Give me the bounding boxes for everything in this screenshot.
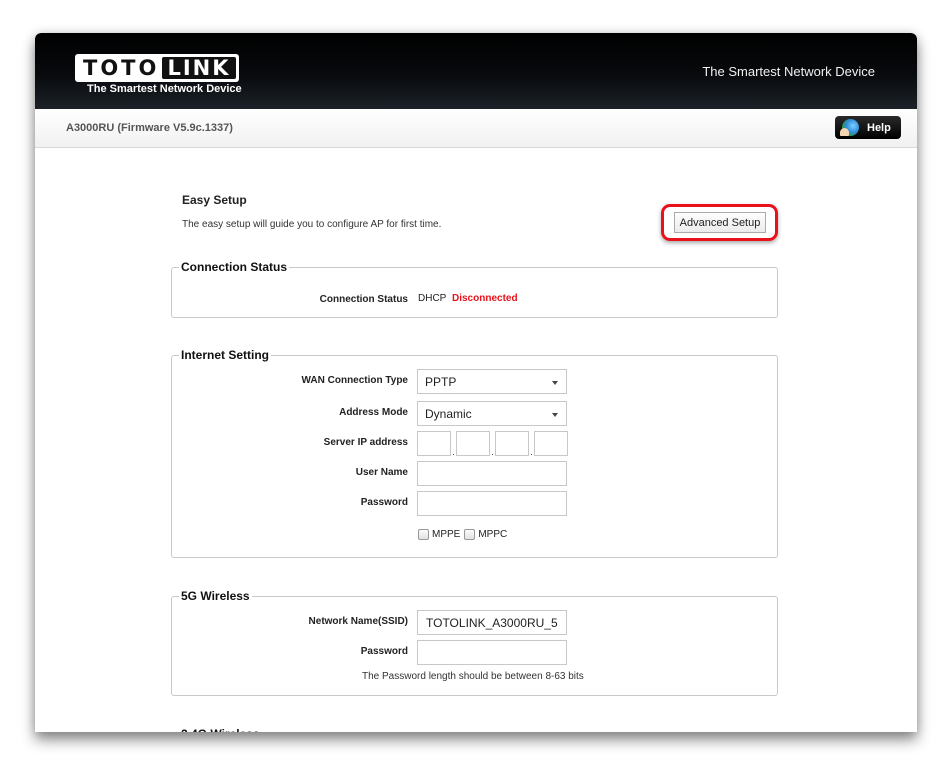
server-ip-octet-2[interactable] — [456, 431, 490, 456]
wireless-5g-legend: 5G Wireless — [181, 589, 250, 603]
server-ip-input-group: . . . — [417, 431, 568, 457]
chevron-down-icon — [552, 381, 558, 385]
wan-connection-type-select[interactable]: PPTP — [417, 369, 567, 394]
chevron-down-icon — [552, 413, 558, 417]
connection-status-row: Connection Status DHCP Disconnected — [172, 288, 777, 314]
encryption-options-row: MPPE MPPC — [172, 524, 777, 550]
password-label: Password — [360, 497, 408, 508]
user-name-row: User Name — [172, 461, 777, 487]
user-name-input[interactable] — [417, 461, 567, 486]
server-ip-octet-1[interactable] — [417, 431, 451, 456]
mppe-label: MPPE — [432, 529, 461, 540]
password-input[interactable] — [417, 491, 567, 516]
wan-connection-type-row: WAN Connection Type PPTP — [172, 369, 777, 395]
advanced-setup-button[interactable]: Advanced Setup — [674, 212, 766, 233]
logo-text-link: LINK — [162, 56, 236, 80]
wan-connection-type-value: PPTP — [425, 375, 457, 389]
wireless-password-input[interactable] — [417, 640, 567, 665]
server-ip-row: Server IP address . . . — [172, 431, 777, 457]
sub-header: A3000RU (Firmware V5.9c.1337) Help — [35, 109, 917, 148]
address-mode-label: Address Mode — [339, 407, 408, 418]
server-ip-label: Server IP address — [323, 437, 408, 448]
server-ip-octet-4[interactable] — [534, 431, 568, 456]
connection-state-badge: Disconnected — [452, 293, 518, 304]
page-description: The easy setup will guide you to configu… — [182, 219, 442, 230]
connection-status-legend: Connection Status — [181, 260, 288, 274]
address-mode-select[interactable]: Dynamic — [417, 401, 567, 426]
advanced-setup-highlight: Advanced Setup — [661, 204, 778, 241]
wireless-password-label: Password — [360, 646, 408, 657]
connection-type-value: DHCP — [418, 293, 447, 304]
address-mode-value: Dynamic — [425, 407, 472, 421]
logo-tagline: The Smartest Network Device — [87, 83, 242, 95]
logo-text-toto: TOTO — [83, 56, 160, 80]
router-admin-window: TOTO LINK The Smartest Network Device Th… — [35, 33, 917, 732]
password-row: Password — [172, 491, 777, 517]
user-name-label: User Name — [355, 467, 408, 478]
totolink-logo: TOTO LINK — [75, 54, 239, 82]
ssid-row: Network Name(SSID) — [172, 610, 777, 636]
top-banner: TOTO LINK The Smartest Network Device Th… — [35, 33, 917, 109]
mppc-checkbox[interactable] — [464, 529, 476, 540]
user-globe-icon — [840, 119, 859, 136]
wireless-5g-section: 5G Wireless Network Name(SSID) Password … — [171, 589, 778, 696]
connection-status-section: Connection Status Connection Status DHCP… — [171, 260, 778, 318]
mppc-label: MPPC — [478, 529, 508, 540]
ssid-input[interactable] — [417, 610, 567, 635]
wireless-password-row: Password — [172, 640, 777, 666]
server-ip-octet-3[interactable] — [495, 431, 529, 456]
help-button-label: Help — [867, 121, 891, 134]
help-button[interactable]: Help — [835, 116, 901, 139]
encryption-checkboxes: MPPE MPPC — [417, 529, 507, 540]
password-length-note: The Password length should be between 8-… — [362, 671, 584, 682]
wireless-24g-legend: 2.4G Wireless — [181, 727, 260, 732]
mppe-checkbox[interactable] — [418, 529, 429, 540]
wan-connection-type-label: WAN Connection Type — [301, 375, 408, 386]
internet-setting-legend: Internet Setting — [181, 348, 270, 362]
firmware-version: A3000RU (Firmware V5.9c.1337) — [66, 122, 233, 134]
internet-setting-section: Internet Setting WAN Connection Type PPT… — [171, 348, 778, 558]
connection-status-label: Connection Status — [319, 294, 408, 305]
page-title: Easy Setup — [182, 193, 247, 207]
banner-slogan: The Smartest Network Device — [702, 64, 875, 79]
address-mode-row: Address Mode Dynamic — [172, 401, 777, 427]
ssid-label: Network Name(SSID) — [308, 616, 408, 627]
